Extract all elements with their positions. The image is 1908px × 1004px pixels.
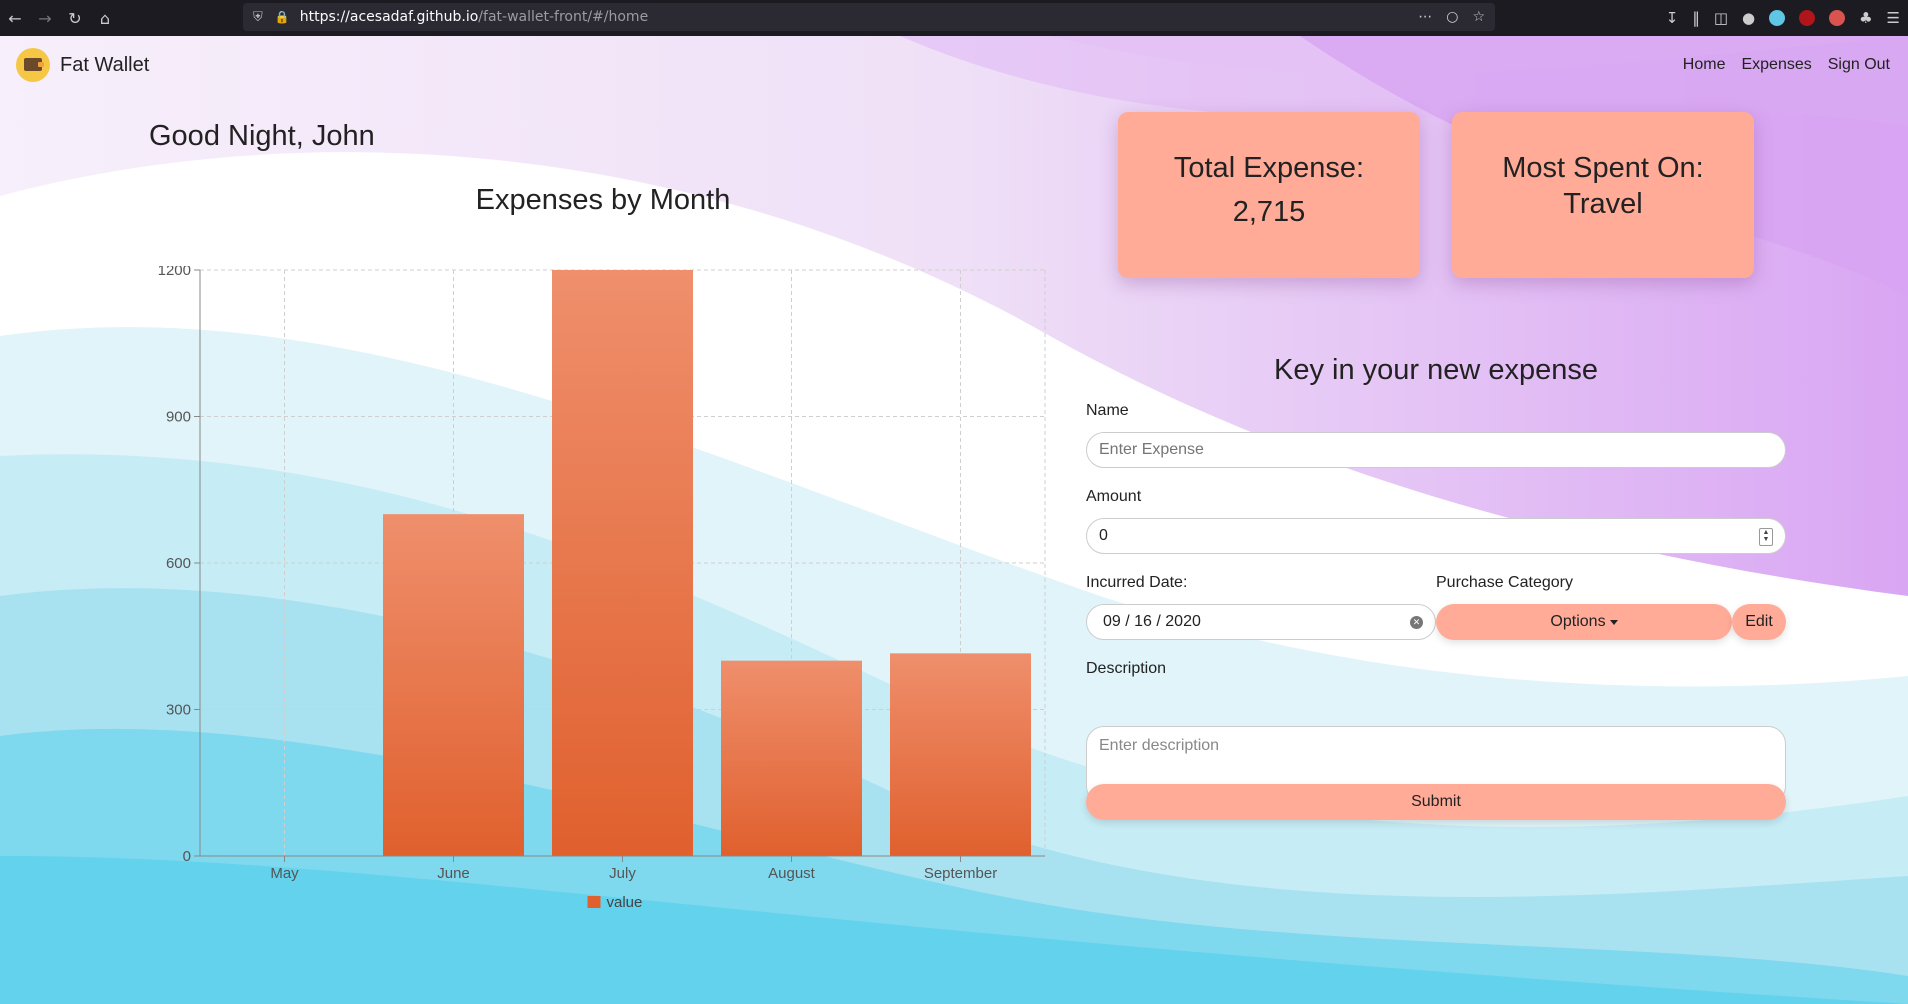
most-spent-card: Most Spent On: Travel — [1452, 112, 1754, 278]
react-extension-icon[interactable] — [1769, 10, 1786, 26]
expense-name-input[interactable] — [1086, 432, 1786, 468]
bar-june[interactable] — [383, 514, 524, 856]
y-tick-label: 0 — [183, 848, 191, 865]
home-icon[interactable]: ⌂ — [90, 3, 120, 33]
legend-label: value — [607, 894, 643, 911]
edit-label: Edit — [1745, 613, 1773, 630]
chart-title: Expenses by Month — [475, 184, 731, 216]
x-tick-label: September — [924, 865, 997, 882]
navbar: Fat Wallet Home Expenses Sign Out — [0, 36, 1908, 96]
expenses-chart: 0 300 600 900 1200 May June July August September… — [158, 266, 1046, 911]
x-tick-label: July — [609, 865, 636, 882]
bar-august[interactable] — [721, 660, 862, 856]
edit-category-button[interactable]: Edit — [1732, 604, 1786, 640]
shield-icon[interactable]: ⛨ — [253, 10, 263, 25]
nav-home-link[interactable]: Home — [1683, 56, 1726, 74]
account-icon[interactable]: ● — [1742, 9, 1755, 27]
address-bar[interactable]: ⛨ 🔒 https://acesadaf.github.io/fat-walle… — [243, 3, 1495, 31]
form-title: Key in your new expense — [1273, 354, 1599, 386]
total-expense-card: Total Expense: 2,715 — [1118, 112, 1420, 278]
nav-expenses-link[interactable]: Expenses — [1741, 56, 1811, 74]
description-label: Description — [1086, 660, 1167, 677]
back-icon[interactable]: ← — [0, 3, 30, 33]
library-icon[interactable]: ‖ — [1692, 9, 1700, 27]
bookmark-star-icon[interactable]: ☆ — [1472, 9, 1485, 25]
puzzle-extension-icon[interactable]: ♣ — [1859, 9, 1872, 27]
nav-links: Home Expenses Sign Out — [1683, 56, 1890, 74]
y-tick-label: 600 — [166, 555, 191, 572]
pocket-icon[interactable]: ○ — [1446, 9, 1458, 25]
wallet-icon — [16, 48, 50, 82]
date-value: 09 / 16 / 2020 — [1103, 613, 1201, 630]
bar-july[interactable] — [552, 270, 693, 856]
extension-icon[interactable] — [1829, 10, 1846, 26]
browser-toolbar: ← → ↻ ⌂ ⛨ 🔒 https://acesadaf.github.io/f… — [0, 0, 1908, 36]
incurred-date-label: Incurred Date: — [1086, 574, 1188, 591]
url-host: https://acesadaf.github.io — [299, 9, 479, 25]
menu-icon[interactable]: ☰ — [1887, 9, 1900, 27]
caret-down-icon — [1609, 619, 1618, 625]
total-expense-value: 2,715 — [1232, 196, 1306, 228]
url-path: /fat-wallet-front/#/home — [478, 9, 649, 25]
bar-september[interactable] — [890, 653, 1031, 856]
y-tick-label: 1200 — [158, 266, 191, 279]
greeting: Good Night, John — [149, 120, 375, 152]
brand[interactable]: Fat Wallet — [16, 48, 149, 82]
submit-button[interactable]: Submit — [1086, 784, 1786, 820]
clear-date-icon[interactable]: ✕ — [1410, 616, 1423, 629]
ublock-extension-icon[interactable] — [1799, 10, 1816, 26]
amount-input[interactable]: 0 ▲ ▼ — [1086, 518, 1786, 554]
x-tick-label: August — [768, 865, 816, 882]
reload-icon[interactable]: ↻ — [60, 3, 90, 33]
most-spent-value: Travel — [1563, 188, 1643, 220]
y-tick-label: 900 — [166, 409, 191, 426]
forward-icon[interactable]: → — [30, 3, 60, 33]
brand-name: Fat Wallet — [60, 53, 150, 76]
lock-icon: 🔒 — [274, 10, 290, 24]
category-options-dropdown[interactable]: Options — [1436, 604, 1732, 640]
x-tick-label: June — [437, 865, 470, 882]
x-tick-label: May — [270, 865, 299, 882]
nav-sign-out-link[interactable]: Sign Out — [1828, 56, 1890, 74]
total-expense-label: Total Expense: — [1173, 152, 1365, 184]
name-label: Name — [1086, 402, 1129, 419]
more-icon[interactable]: ⋯ — [1418, 9, 1432, 25]
sidebar-icon[interactable]: ◫ — [1714, 9, 1728, 27]
page: Fat Wallet Home Expenses Sign Out Good N… — [0, 36, 1908, 1004]
url-text[interactable]: https://acesadaf.github.io/fat-wallet-fr… — [300, 9, 648, 25]
options-label: Options — [1550, 613, 1606, 630]
amount-value: 0 — [1099, 527, 1108, 544]
download-icon[interactable]: ↧ — [1666, 9, 1679, 27]
submit-label: Submit — [1411, 793, 1461, 810]
purchase-category-label: Purchase Category — [1436, 574, 1573, 591]
most-spent-label: Most Spent On: — [1502, 152, 1704, 184]
incurred-date-input[interactable]: 09 / 16 / 2020 ✕ — [1086, 604, 1436, 640]
y-tick-label: 300 — [166, 702, 191, 719]
amount-label: Amount — [1086, 488, 1142, 505]
amount-stepper[interactable]: ▲ ▼ — [1759, 528, 1773, 546]
legend-swatch — [587, 896, 601, 908]
